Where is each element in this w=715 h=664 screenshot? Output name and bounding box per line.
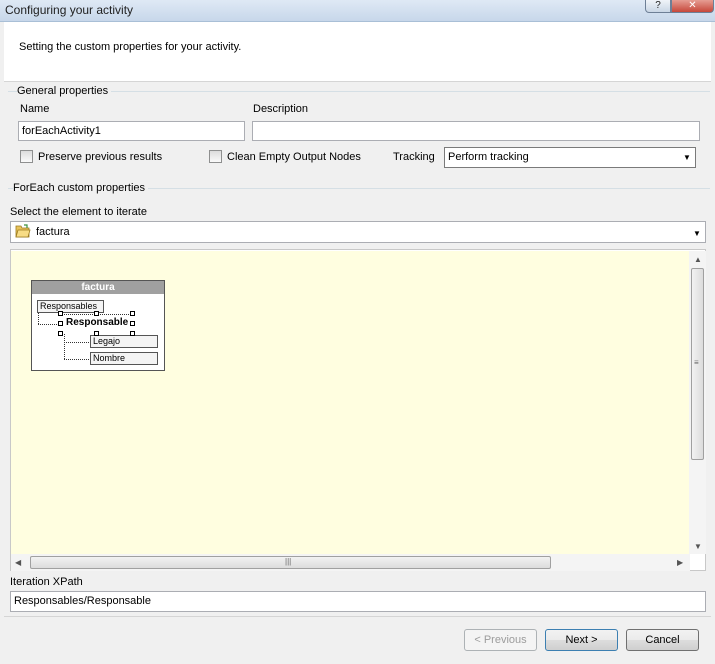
tracking-select[interactable]: Perform tracking xyxy=(444,147,696,168)
selection-handle[interactable] xyxy=(58,331,63,336)
general-group-title: General properties xyxy=(17,85,112,97)
element-select[interactable] xyxy=(10,221,706,243)
grip-icon: ||| xyxy=(285,557,292,566)
tracking-value: Perform tracking xyxy=(448,151,529,163)
scroll-up-icon[interactable]: ▲ xyxy=(694,255,702,264)
next-button[interactable]: Next > xyxy=(545,629,618,651)
connector xyxy=(64,334,65,359)
help-button[interactable]: ? xyxy=(645,0,671,13)
scroll-left-icon[interactable]: ◀ xyxy=(15,558,21,567)
foreach-group-title: ForEach custom properties xyxy=(13,182,149,194)
close-button[interactable]: ✕ xyxy=(671,0,714,13)
name-input[interactable]: forEachActivity1 xyxy=(18,121,245,141)
cancel-button[interactable]: Cancel xyxy=(626,629,699,651)
grip-icon: ≡ xyxy=(694,358,699,367)
preserve-label: Preserve previous results xyxy=(38,151,163,163)
selection-handle[interactable] xyxy=(58,311,63,316)
scroll-down-icon[interactable]: ▼ xyxy=(694,542,702,551)
connector xyxy=(38,313,39,324)
selection-handle[interactable] xyxy=(130,311,135,316)
tracking-label: Tracking xyxy=(393,151,435,163)
schema-node-selected[interactable]: Responsable xyxy=(64,317,133,331)
group-divider xyxy=(8,91,710,92)
footer-divider xyxy=(4,616,711,617)
diagram-root-title: factura xyxy=(32,281,164,294)
scroll-right-icon[interactable]: ▶ xyxy=(677,558,683,567)
clean-checkbox[interactable] xyxy=(209,150,222,163)
schema-node[interactable]: Legajo xyxy=(90,335,158,348)
connector xyxy=(64,359,91,360)
clean-label: Clean Empty Output Nodes xyxy=(227,151,361,163)
description-input[interactable] xyxy=(252,121,700,141)
folder-open-icon xyxy=(15,224,31,238)
schema-node[interactable]: Nombre xyxy=(90,352,158,365)
select-element-label: Select the element to iterate xyxy=(10,206,147,218)
header-description: Setting the custom properties for your a… xyxy=(19,41,242,53)
description-label: Description xyxy=(253,103,309,115)
selection-handle[interactable] xyxy=(94,311,99,316)
xpath-input[interactable]: Responsables/Responsable xyxy=(10,591,706,612)
selection-handle[interactable] xyxy=(130,331,135,336)
preserve-checkbox[interactable] xyxy=(20,150,33,163)
chevron-down-icon[interactable]: ▼ xyxy=(683,153,691,162)
xpath-label: Iteration XPath xyxy=(10,576,83,588)
selected-element-value: factura xyxy=(36,226,70,238)
selection-handle[interactable] xyxy=(94,331,99,336)
selection-handle[interactable] xyxy=(58,321,63,326)
name-label: Name xyxy=(20,103,50,115)
connector xyxy=(64,342,91,343)
window-title: Configuring your activity xyxy=(5,3,134,17)
previous-button[interactable]: < Previous xyxy=(464,629,537,651)
selection-handle[interactable] xyxy=(130,321,135,326)
chevron-down-icon[interactable]: ▼ xyxy=(693,229,701,238)
